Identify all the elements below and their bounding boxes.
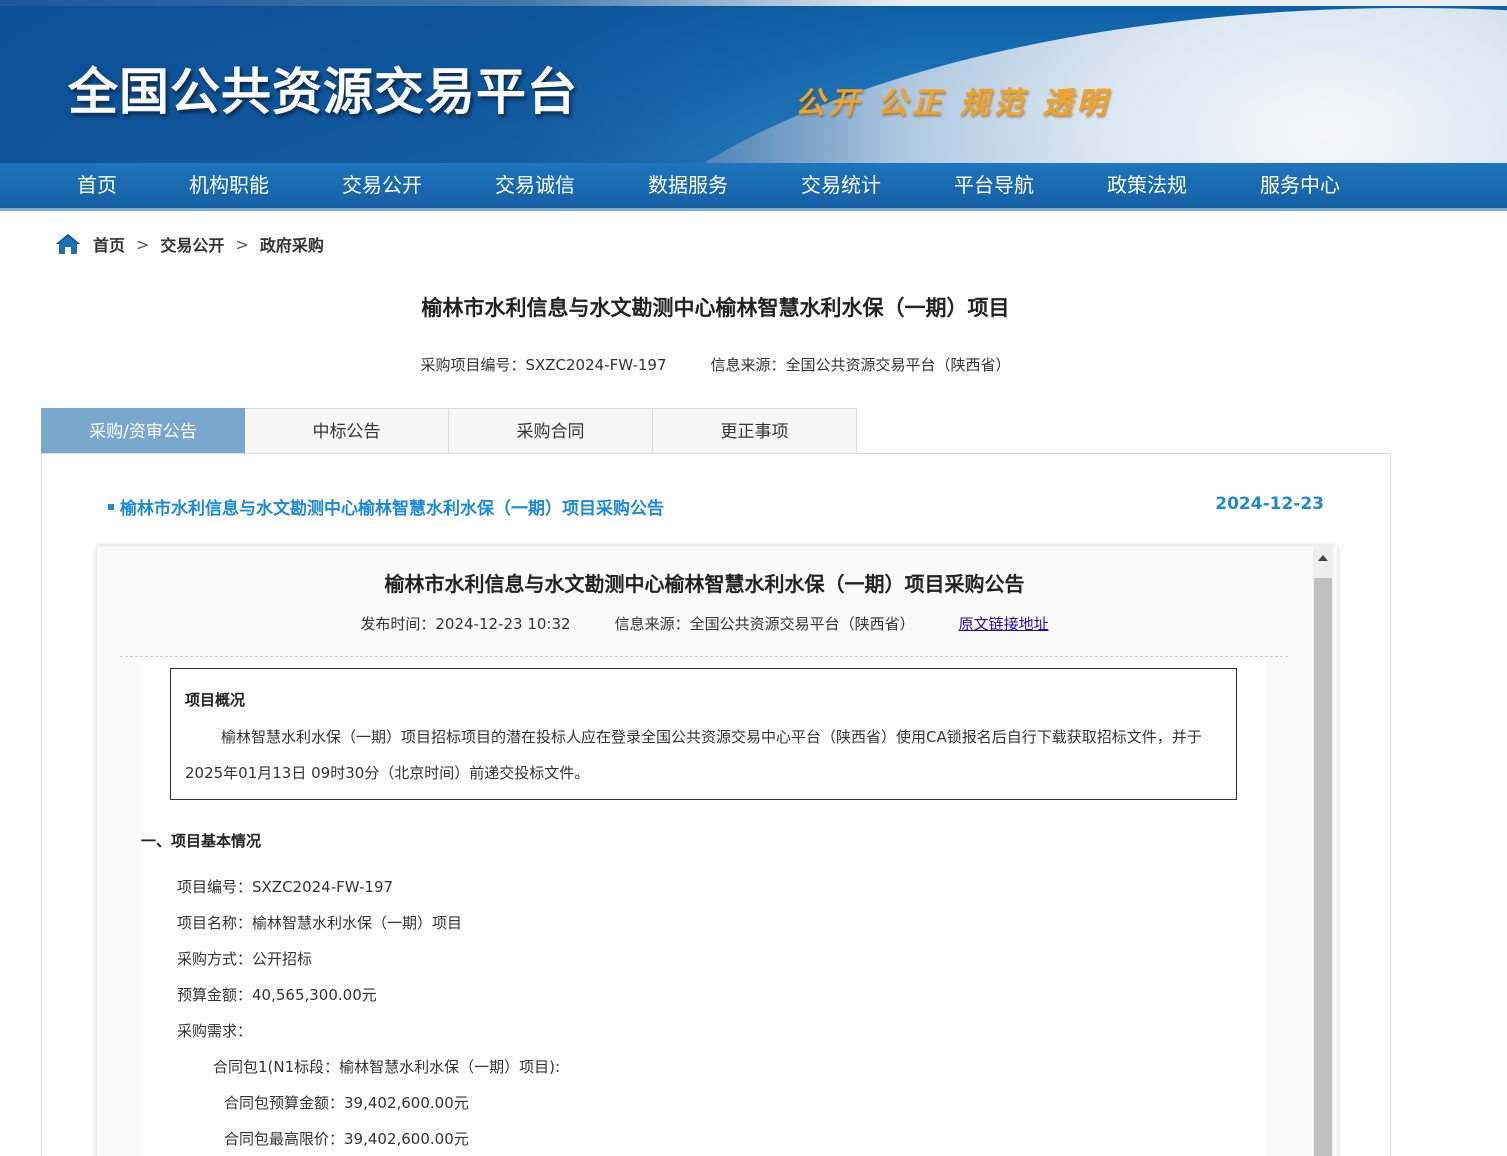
nav-item-trade-credit[interactable]: 交易诚信: [495, 163, 575, 208]
budget-line: 预算金额：40,565,300.00元: [177, 986, 377, 1004]
breadcrumb-gov-procurement[interactable]: 政府采购: [260, 232, 324, 256]
project-meta: 采购项目编号：SXZC2024-FW-197 信息来源：全国公共资源交易平台（陕西…: [0, 354, 1431, 375]
scrollbar[interactable]: [1313, 546, 1333, 1156]
package-line: 合同包1(N1标段：榆林智慧水利水保（一期）项目):: [213, 1058, 561, 1076]
scroll-thumb[interactable]: [1314, 578, 1332, 1156]
original-link[interactable]: 原文链接地址: [959, 615, 1049, 633]
notice-date: 2024-12-23: [1215, 494, 1324, 514]
document-source: 信息来源：全国公共资源交易平台（陕西省）: [614, 615, 915, 633]
breadcrumb-home[interactable]: 首页: [93, 232, 125, 256]
site-title: 全国公共资源交易平台: [68, 63, 578, 121]
document-meta: 发布时间：2024-12-23 10:32 信息来源：全国公共资源交易平台（陕西省…: [97, 613, 1312, 634]
page-title: 榆林市水利信息与水文勘测中心榆林智慧水利水保（一期）项目: [421, 296, 1010, 320]
nav-item-institution[interactable]: 机构职能: [189, 163, 269, 208]
project-name-line: 项目名称：榆林智慧水利水保（一期）项目: [177, 914, 463, 932]
nav-item-policy[interactable]: 政策法规: [1107, 163, 1187, 208]
divider: [120, 656, 1288, 657]
procurement-method-line: 采购方式：公开招标: [177, 950, 313, 968]
package-max-line: 合同包最高限价：39,402,600.00元: [224, 1130, 469, 1148]
document-title: 榆林市水利信息与水文勘测中心榆林智慧水利水保（一期）项目采购公告: [384, 572, 1025, 596]
project-code: 采购项目编号：SXZC2024-FW-197: [420, 356, 667, 374]
publish-time: 发布时间：2024-12-23 10:32: [360, 615, 571, 633]
notice-row: 榆林市水利信息与水文勘测中心榆林智慧水利水保（一期）项目采购公告 2024-12…: [108, 494, 1324, 520]
nav-item-home[interactable]: 首页: [77, 163, 117, 208]
tab-bar: 采购/资审公告 中标公告 采购合同 更正事项: [41, 408, 857, 454]
header-banner: 全国公共资源交易平台 公开 公正 规范 透明: [0, 0, 1507, 163]
requirement-label: 采购需求：: [177, 1022, 253, 1040]
nav-item-data-service[interactable]: 数据服务: [648, 163, 728, 208]
notice-link[interactable]: 榆林市水利信息与水文勘测中心榆林智慧水利水保（一期）项目采购公告: [120, 494, 664, 519]
tab-award-notice[interactable]: 中标公告: [245, 408, 449, 454]
project-code-line: 项目编号：SXZC2024-FW-197: [177, 878, 394, 896]
breadcrumb: 首页 > 交易公开 > 政府采购: [55, 230, 324, 258]
slogan: 公开 公正 规范 透明: [795, 86, 1111, 121]
breadcrumb-trade-public[interactable]: 交易公开: [160, 232, 224, 256]
breadcrumb-separator: >: [136, 234, 150, 254]
overview-box: 项目概况 榆林智慧水利水保（一期）项目招标项目的潜在投标人应在登录全国公共资源交…: [170, 668, 1237, 800]
package-budget-line: 合同包预算金额：39,402,600.00元: [224, 1094, 469, 1112]
breadcrumb-separator: >: [235, 234, 249, 254]
tab-procurement-notice[interactable]: 采购/资审公告: [41, 408, 245, 454]
project-source: 信息来源：全国公共资源交易平台（陕西省）: [710, 356, 1011, 374]
scroll-up-icon[interactable]: [1313, 546, 1333, 572]
tab-procurement-contract[interactable]: 采购合同: [449, 408, 653, 454]
document-frame: 榆林市水利信息与水文勘测中心榆林智慧水利水保（一期）项目采购公告 发布时间：20…: [97, 546, 1337, 1156]
bullet-icon: [108, 504, 114, 510]
nav-item-trade-public[interactable]: 交易公开: [342, 163, 422, 208]
overview-heading: 项目概况: [185, 691, 246, 709]
home-icon[interactable]: [55, 232, 81, 256]
tab-corrections[interactable]: 更正事项: [653, 408, 857, 454]
nav-item-trade-stats[interactable]: 交易统计: [801, 163, 881, 208]
section-heading: 一、项目基本情况: [141, 832, 262, 850]
overview-text: 榆林智慧水利水保（一期）项目招标项目的潜在投标人应在登录全国公共资源交易中心平台…: [185, 728, 1202, 782]
main-nav: 首页 机构职能 交易公开 交易诚信 数据服务 交易统计 平台导航 政策法规 服务…: [0, 163, 1507, 211]
nav-item-service-center[interactable]: 服务中心: [1260, 163, 1340, 208]
nav-item-platform-nav[interactable]: 平台导航: [954, 163, 1034, 208]
